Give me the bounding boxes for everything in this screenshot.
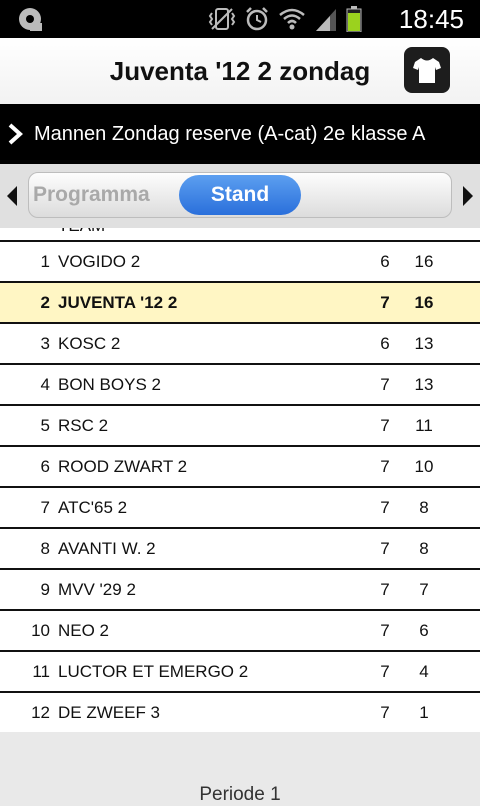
table-row[interactable]: 7 ATC'65 2 7 8 [0,488,480,529]
played-cell: 7 [380,580,390,599]
shirt-icon [413,58,441,83]
team-cell: KOSC 2 [58,334,121,353]
points-cell: 4 [419,662,429,681]
signal-icon [316,9,336,31]
tabs-bar: Programma Stand [0,164,480,228]
standings-table: TEAM 1VOGIDO 26162JUVENTA '12 27163KOSC … [0,228,480,732]
arrow-right-icon[interactable] [461,184,475,208]
points-cell: 13 [414,334,434,353]
played-cell: 7 [380,703,390,722]
team-cell: ROOD ZWART 2 [58,457,188,476]
position-cell: 6 [40,457,50,476]
team-cell: ATC'65 2 [58,498,128,517]
position-cell: 4 [40,375,50,394]
team-cell: LUCTOR ET EMERGO 2 [58,662,249,681]
team-cell: BON BOYS 2 [58,375,161,394]
table-row[interactable]: 4 BON BOYS 2 7 13 [0,365,480,406]
table-row[interactable]: 11 LUCTOR ET EMERGO 2 7 4 [0,652,480,693]
clock: 18:45 [398,4,464,34]
team-cell: MVV '29 2 [58,580,136,599]
competition-bar[interactable]: Mannen Zondag reserve (A-cat) 2e klasse … [0,104,480,164]
header-team-label: TEAM [58,228,105,236]
standings-rows: 1 VOGIDO 2 6 16 2 JUVENTA '12 2 7 16 3 KOSC 2 6 13 4… [0,242,480,732]
points-cell: 11 [415,416,433,435]
played-cell: 7 [380,375,390,394]
status-bar: 18:45 [0,0,480,38]
notification-icon [19,8,42,31]
chevron-right-icon [8,123,23,145]
team-cell: NEO 2 [58,621,110,640]
team-cell: DE ZWEEF 3 [58,703,161,722]
table-row[interactable]: 8 AVANTI W. 2 7 8 [0,529,480,570]
points-cell: 8 [419,498,429,517]
table-row[interactable]: 10 NEO 2 7 6 [0,611,480,652]
position-cell: 8 [40,539,50,558]
points-cell: 6 [419,621,429,640]
footer-area: Periode 1 [0,732,480,805]
played-cell: 6 [380,252,390,271]
played-cell: 7 [380,539,390,558]
team-cell: RSC 2 [58,416,109,435]
position-cell: 10 [31,621,50,640]
position-cell: 5 [40,416,50,435]
table-row[interactable]: 12 DE ZWEEF 3 7 1 [0,693,480,732]
alarm-icon [246,7,268,31]
points-cell: 7 [419,580,429,599]
tab-programma[interactable]: Programma [33,173,150,217]
points-cell: 13 [414,375,434,394]
tab-stand[interactable]: Stand [179,175,301,215]
points-cell: 10 [414,457,434,476]
table-header-partial: TEAM [0,228,480,242]
tab-switcher: Programma Stand [28,172,452,218]
position-cell: 3 [40,334,50,353]
points-cell: 1 [419,703,429,722]
position-cell: 9 [40,580,50,599]
played-cell: 7 [380,293,390,312]
table-row[interactable]: 6 ROOD ZWART 2 7 10 [0,447,480,488]
table-row[interactable]: 3 KOSC 2 6 13 [0,324,480,365]
team-cell: VOGIDO 2 [58,252,141,271]
battery-icon [346,6,362,32]
vibrate-icon [208,8,236,30]
played-cell: 7 [380,662,390,681]
played-cell: 7 [380,416,390,435]
played-cell: 6 [380,334,390,353]
position-cell: 11 [32,662,50,681]
table-row[interactable]: 2 JUVENTA '12 2 7 16 [0,283,480,324]
position-cell: 2 [40,293,50,312]
wifi-icon [279,8,305,30]
table-row[interactable]: 5 RSC 2 7 11 [0,406,480,447]
points-cell: 16 [414,252,434,271]
played-cell: 7 [380,457,390,476]
position-cell: 1 [40,252,50,271]
shirt-button[interactable] [404,47,450,93]
points-cell: 8 [419,539,429,558]
status-icons [208,6,362,32]
table-row[interactable]: 9 MVV '29 2 7 7 [0,570,480,611]
played-cell: 7 [380,498,390,517]
table-row[interactable]: 1 VOGIDO 2 6 16 [0,242,480,283]
team-cell: JUVENTA '12 2 [58,293,178,312]
points-cell: 16 [414,293,434,312]
competition-label: Mannen Zondag reserve (A-cat) 2e klasse … [34,123,426,145]
position-cell: 12 [31,703,50,722]
team-cell: AVANTI W. 2 [58,539,156,558]
periode-label: Periode 1 [199,784,281,805]
arrow-left-icon[interactable] [5,184,19,208]
position-cell: 7 [40,498,50,517]
app-header: Juventa '12 2 zondag [0,38,480,105]
played-cell: 7 [380,621,390,640]
